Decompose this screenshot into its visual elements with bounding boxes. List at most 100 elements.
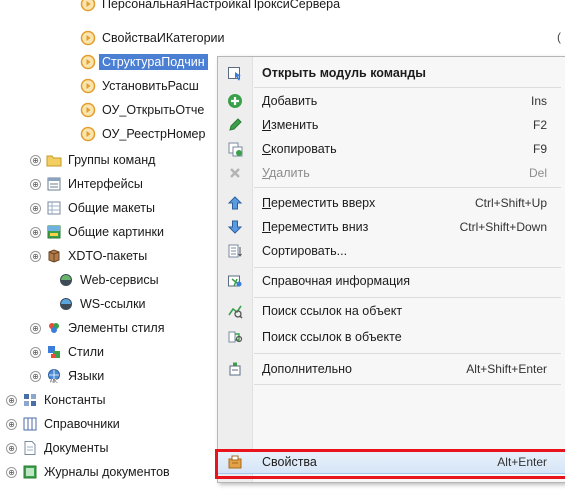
menu-separator <box>254 384 561 385</box>
tree-item-label: Справочники <box>44 417 120 431</box>
tree-item-label: Документы <box>44 441 109 455</box>
tree-item-styles[interactable]: ⊕ Стили <box>30 341 104 363</box>
tree-item-structure-selected[interactable]: СтруктураПодчин <box>80 51 208 73</box>
tree-item-ou-open-report[interactable]: ОУ_ОткрытьОтче <box>80 99 204 121</box>
menu-item-add[interactable]: Добавить Ins <box>218 89 565 113</box>
expand-icon[interactable]: ⊕ <box>30 226 41 238</box>
menu-label: Переместить вверх <box>262 196 376 210</box>
menu-item-advanced[interactable]: Дополнительно Alt+Shift+Enter <box>218 357 565 381</box>
tree-item-label: Журналы документов <box>44 465 170 479</box>
tree-item-document-journals[interactable]: ⊕ Журналы документов <box>6 461 170 483</box>
tree-item-label: XDTO-пакеты <box>68 249 148 263</box>
find-refs-in-icon <box>227 329 243 345</box>
tree-item-label: Элементы стиля <box>68 321 165 335</box>
menu-label: Поиск ссылок на объект <box>262 304 403 318</box>
tree-item-label: Стили <box>68 345 105 359</box>
picture-icon <box>46 224 62 240</box>
tree-item-ou-registry[interactable]: ОУ_РеестрНомер <box>80 123 205 145</box>
document-icon <box>22 440 38 456</box>
menu-label: Добавить <box>262 94 318 108</box>
tree-item-label: СтруктураПодчин <box>99 54 208 70</box>
tree-item-web-services[interactable]: Web-сервисы <box>58 269 159 291</box>
tree-item-style-elements[interactable]: ⊕ Элементы стиля <box>30 317 164 339</box>
menu-item-delete[interactable]: Удалить Del <box>218 161 565 185</box>
expand-icon[interactable]: ⊕ <box>6 418 17 430</box>
module-icon <box>80 54 96 70</box>
expand-icon[interactable]: ⊕ <box>30 178 41 190</box>
tree-item-label: СвойстваИКатегории <box>102 31 225 45</box>
tree-item-languages[interactable]: ⊕ ABC Языки <box>30 365 104 387</box>
copy-icon <box>227 141 243 157</box>
expand-icon[interactable]: ⊕ <box>6 466 17 478</box>
menu-item-find-refs-to-object[interactable]: Поиск ссылок на объект <box>218 299 565 323</box>
help-info-icon <box>227 273 243 289</box>
tree-item-label: Общие картинки <box>68 225 165 239</box>
module-icon <box>80 0 96 12</box>
layout-icon <box>46 200 62 216</box>
tree-item-ws-links[interactable]: WS-ссылки <box>58 293 146 315</box>
menu-shortcut: Ins <box>530 94 547 108</box>
module-icon <box>80 102 96 118</box>
highlight-frame <box>215 449 565 479</box>
advanced-icon <box>227 361 243 377</box>
expand-icon[interactable]: ⊕ <box>6 442 17 454</box>
menu-label: Сортировать... <box>262 244 348 258</box>
menu-item-sort[interactable]: Сортировать... <box>218 239 565 263</box>
add-icon <box>227 93 243 109</box>
menu-item-move-down[interactable]: Переместить вниз Ctrl+Shift+Down <box>218 215 565 239</box>
menu-item-edit[interactable]: Изменить F2 <box>218 113 565 137</box>
tree-item-label: ПерсональнаяНастройкаПроксиСервера <box>102 0 341 11</box>
menu-item-help-info[interactable]: Справочная информация <box>218 269 565 293</box>
web-service-icon <box>58 272 74 288</box>
open-module-icon <box>227 65 243 81</box>
menu-item-find-refs-in-object[interactable]: Поиск ссылок в объекте <box>218 325 565 349</box>
tree-item-label: УстановитьРасш <box>102 79 199 93</box>
xdto-icon <box>46 248 62 264</box>
module-icon <box>80 30 96 46</box>
tree-item-label: Общие макеты <box>68 201 155 215</box>
expand-icon[interactable]: ⊕ <box>30 370 41 382</box>
menu-item-move-up[interactable]: Переместить вверх Ctrl+Shift+Up <box>218 191 565 215</box>
expand-icon[interactable]: ⊕ <box>30 346 41 358</box>
move-down-icon <box>227 219 243 235</box>
expand-icon[interactable]: ⊕ <box>30 202 41 214</box>
tree-item-common-pictures[interactable]: ⊕ Общие картинки <box>30 221 164 243</box>
tree-item-constants[interactable]: ⊕ Константы <box>6 389 106 411</box>
move-up-icon <box>227 195 243 211</box>
menu-label: Поиск ссылок в объекте <box>262 330 402 344</box>
menu-item-open-command-module[interactable]: Открыть модуль команды <box>218 61 565 85</box>
constants-icon <box>22 392 38 408</box>
tree-item-label: Интерфейсы <box>68 177 143 191</box>
tree-item-xdto-packages[interactable]: ⊕ XDTO-пакеты <box>30 245 147 267</box>
tree-item-catalogs[interactable]: ⊕ Справочники <box>6 413 120 435</box>
tree-item-label: Группы команд <box>68 153 156 167</box>
svg-text:ABC: ABC <box>50 379 58 384</box>
menu-separator <box>254 187 561 188</box>
tree-item-documents[interactable]: ⊕ Документы <box>6 437 108 459</box>
tree-item-common-templates[interactable]: ⊕ Общие макеты <box>30 197 155 219</box>
delete-icon <box>227 165 243 181</box>
menu-shortcut: F2 <box>532 118 547 132</box>
ws-link-icon <box>58 296 74 312</box>
expand-icon[interactable]: ⊕ <box>6 394 17 406</box>
tree-item-proxy-settings[interactable]: ПерсональнаяНастройкаПроксиСервера <box>80 0 340 15</box>
menu-shortcut: Ctrl+Shift+Up <box>474 196 547 210</box>
tree-item-label: Web-сервисы <box>80 273 159 287</box>
expand-icon[interactable]: ⊕ <box>30 154 41 166</box>
menu-separator <box>254 87 561 88</box>
expand-icon[interactable]: ⊕ <box>30 322 41 334</box>
tree-item-properties-categories[interactable]: СвойстваИКатегории <box>80 27 225 49</box>
tree-item-interfaces[interactable]: ⊕ Интерфейсы <box>30 173 143 195</box>
edit-icon <box>227 117 243 133</box>
menu-separator <box>254 267 561 268</box>
journal-icon <box>22 464 38 480</box>
module-icon <box>80 126 96 142</box>
tree-item-set-extension[interactable]: УстановитьРасш <box>80 75 199 97</box>
tree-item-label: Константы <box>44 393 106 407</box>
menu-label: Дополнительно <box>262 362 352 376</box>
tree-item-command-groups[interactable]: ⊕ Группы команд <box>30 149 155 171</box>
menu-item-copy[interactable]: Скопировать F9 <box>218 137 565 161</box>
expand-icon[interactable]: ⊕ <box>30 250 41 262</box>
menu-label: Справочная информация <box>262 274 411 288</box>
menu-separator <box>254 353 561 354</box>
